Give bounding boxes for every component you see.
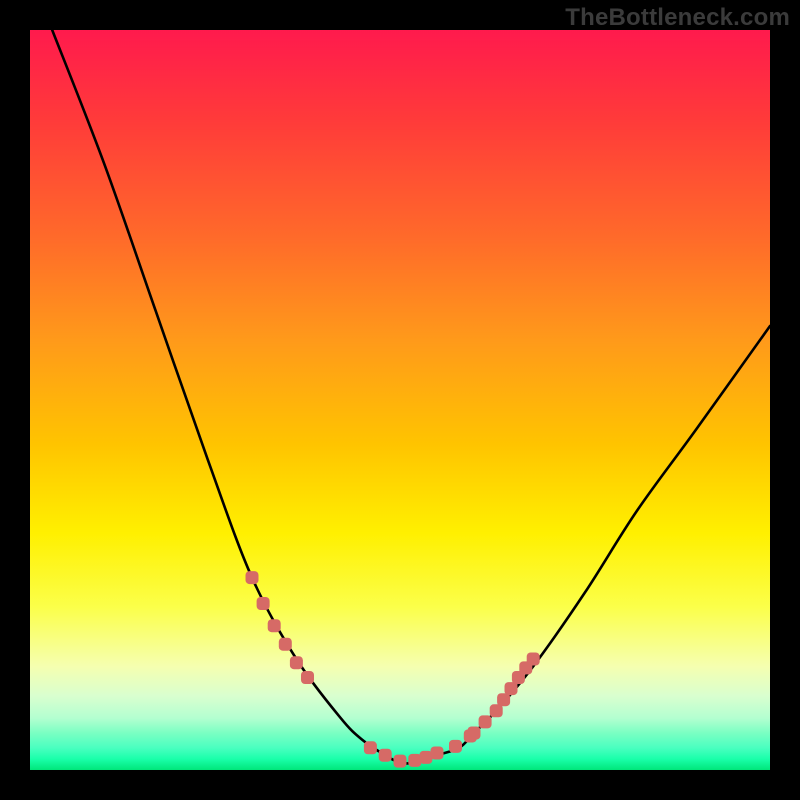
data-marker <box>408 754 421 767</box>
data-marker <box>257 597 270 610</box>
chart-frame: TheBottleneck.com <box>0 0 800 800</box>
data-marker <box>268 619 281 632</box>
data-marker <box>279 638 292 651</box>
data-marker <box>431 746 444 759</box>
plot-area <box>30 30 770 770</box>
data-marker <box>301 671 314 684</box>
data-marker <box>490 704 503 717</box>
data-marker <box>419 751 432 764</box>
data-marker <box>505 682 518 695</box>
data-marker <box>497 693 510 706</box>
data-marker <box>246 571 259 584</box>
data-marker <box>449 740 462 753</box>
marker-group <box>246 571 540 768</box>
data-marker <box>527 653 540 666</box>
data-marker <box>290 656 303 669</box>
chart-svg <box>30 30 770 770</box>
bottleneck-curve <box>52 30 770 764</box>
data-marker <box>468 727 481 740</box>
data-marker <box>379 749 392 762</box>
data-marker <box>479 715 492 728</box>
data-marker <box>364 741 377 754</box>
watermark-label: TheBottleneck.com <box>565 4 790 32</box>
data-marker <box>394 755 407 768</box>
